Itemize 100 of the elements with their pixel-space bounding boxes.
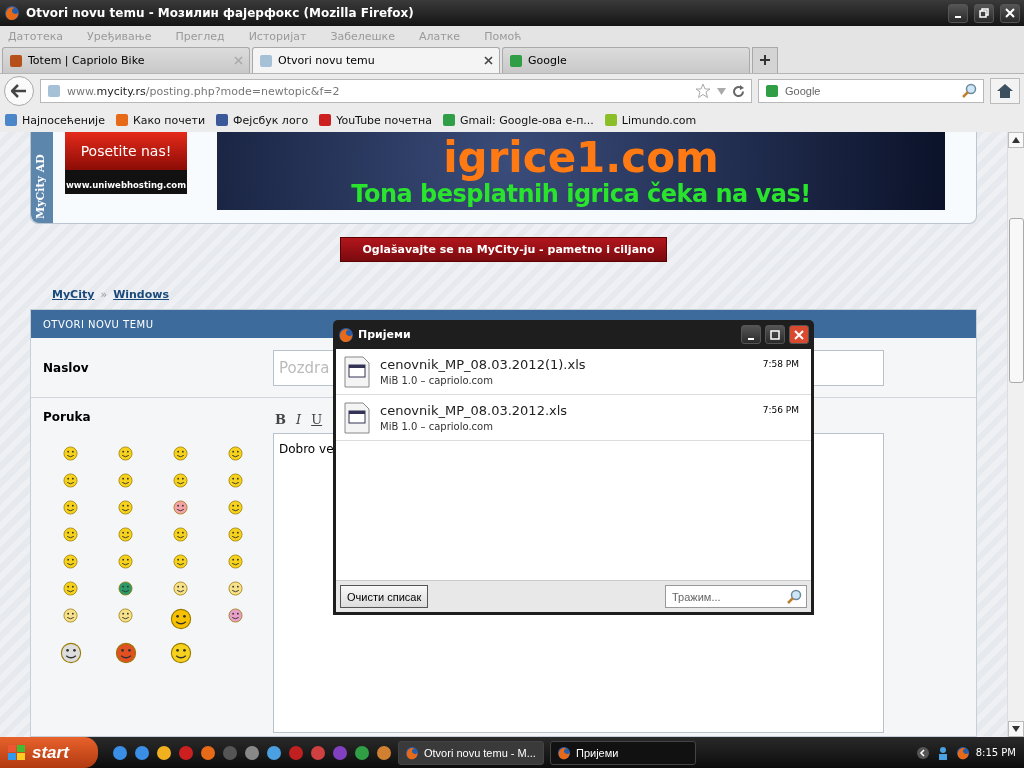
taskbar-button[interactable]: Otvori novu temu - M... <box>398 740 544 765</box>
bookmark-link[interactable]: Најпосећеније <box>4 113 105 127</box>
file-icon <box>344 401 370 434</box>
format-button[interactable]: B <box>275 412 286 427</box>
smiley-icon[interactable] <box>118 581 133 596</box>
reload-icon[interactable] <box>732 84 745 98</box>
scroll-down-button[interactable] <box>1008 721 1024 737</box>
smiley-icon[interactable] <box>173 554 188 569</box>
bookmark-link[interactable]: Како почети <box>114 113 206 127</box>
smiley-icon[interactable] <box>173 446 188 461</box>
app-icon[interactable] <box>200 744 216 761</box>
app-icon[interactable] <box>244 744 260 761</box>
search-icon[interactable] <box>961 83 977 99</box>
file-name: cenovnik_MP_08.03.2012.xls <box>380 403 569 418</box>
ad-button-text: Posetite nas! <box>65 132 187 170</box>
format-button[interactable]: U <box>311 412 323 427</box>
search-bar[interactable]: Google <box>758 79 984 103</box>
app-icon[interactable] <box>266 744 282 761</box>
smiley-icon[interactable] <box>173 473 188 488</box>
smiley-icon[interactable] <box>173 581 188 596</box>
app-icon[interactable] <box>134 744 150 761</box>
smiley-icon[interactable] <box>118 554 133 569</box>
smiley-icon[interactable] <box>169 642 192 664</box>
ad-side-label: MyCity AD <box>31 132 53 223</box>
bookmark-link[interactable]: Gmail: Google-ова е-п... <box>441 113 594 127</box>
star-icon[interactable] <box>695 83 711 99</box>
address-bar[interactable]: www.mycity.rs/posting.php?mode=newtopic&f=2 <box>40 79 752 103</box>
smiley-icon[interactable] <box>173 527 188 542</box>
format-button[interactable]: I <box>296 412 302 427</box>
smiley-icon[interactable] <box>228 473 243 488</box>
browser-tab[interactable]: Totem | Capriolo Bike <box>2 47 250 73</box>
breadcrumb-link[interactable]: MyCity <box>52 288 95 301</box>
smiley-icon[interactable] <box>114 642 137 664</box>
smiley-icon[interactable] <box>63 473 78 488</box>
scrollbar-thumb[interactable] <box>1008 218 1024 383</box>
search-icon[interactable] <box>786 588 802 605</box>
restore-button[interactable] <box>974 3 994 23</box>
download-time: 7:56 PM <box>762 405 799 415</box>
back-button[interactable] <box>4 76 34 106</box>
start-button[interactable]: start <box>0 737 98 768</box>
close-button[interactable] <box>1000 3 1020 23</box>
smiley-icon[interactable] <box>228 527 243 542</box>
scroll-up-button[interactable] <box>1008 132 1024 148</box>
game-banner[interactable]: igrice1.com Tona besplatnih igrica čeka na vas! <box>217 132 945 210</box>
smiley-icon[interactable] <box>118 527 133 542</box>
smiley-icon[interactable] <box>118 446 133 461</box>
bookmark-link[interactable]: Фејсбук лого <box>215 113 309 127</box>
new-tab-button[interactable] <box>752 47 778 73</box>
message-label: Poruka <box>43 410 91 424</box>
taskbar-button[interactable]: Пријеми <box>550 740 696 765</box>
smiley-icon[interactable] <box>63 527 78 542</box>
smiley-icon[interactable] <box>173 500 188 515</box>
smiley-icon[interactable] <box>118 500 133 515</box>
download-time: 7:58 PM <box>762 359 799 369</box>
maximize-icon <box>770 329 780 340</box>
smiley-icon[interactable] <box>228 446 243 461</box>
smiley-icon[interactable] <box>63 554 78 569</box>
browser-tab[interactable]: Google <box>502 47 750 73</box>
smiley-icon[interactable] <box>63 581 78 596</box>
advertise-button[interactable]: Oglašavajte se na MyCity-ju - pametno i ciljano <box>339 237 668 262</box>
close-icon[interactable] <box>484 56 493 65</box>
smiley-icon[interactable] <box>118 608 133 623</box>
smiley-icon[interactable] <box>228 500 243 515</box>
smiley-icon[interactable] <box>63 446 78 461</box>
browser-tab[interactable]: Otvori novu temu <box>252 47 500 73</box>
smiley-icon[interactable] <box>228 581 243 596</box>
smiley-icon[interactable] <box>228 608 243 623</box>
app-icon[interactable] <box>354 744 370 761</box>
scrollbar[interactable] <box>1007 132 1024 737</box>
smiley-icon[interactable] <box>118 473 133 488</box>
bookmark-link[interactable]: Limundo.com <box>603 113 697 127</box>
app-icon[interactable] <box>156 744 172 761</box>
app-icon[interactable] <box>112 744 128 761</box>
smiley-icon[interactable] <box>169 608 192 630</box>
smiley-icon[interactable] <box>63 608 78 623</box>
banner-title: igrice1.com <box>443 136 719 180</box>
download-item[interactable]: cenovnik_MP_08.03.2012(1).xls MiB 1.0 – capriolo.com 7:58 PM <box>336 349 811 395</box>
maximize-button[interactable] <box>765 325 785 344</box>
breadcrumb-link[interactable]: Windows <box>113 288 169 301</box>
chevron-icon[interactable] <box>915 745 930 760</box>
file-info: MiB 1.0 – capriolo.com <box>380 421 494 432</box>
downloads-search-bar[interactable]: Тражим... <box>665 585 807 608</box>
download-item[interactable]: cenovnik_MP_08.03.2012.xls MiB 1.0 – capriolo.com 7:56 PM <box>336 395 811 441</box>
bookmark-link[interactable]: YouTube почетна <box>318 113 432 127</box>
up-arrow-icon <box>1012 136 1020 143</box>
smiley-icon[interactable] <box>228 554 243 569</box>
minimize-button[interactable] <box>948 3 968 23</box>
hosting-ad[interactable]: Posetite nas! www.uniwebhosting.com <box>65 132 187 194</box>
home-button[interactable] <box>990 78 1020 104</box>
close-button[interactable] <box>789 325 809 344</box>
breadcrumb-separator: » <box>100 288 108 301</box>
app-icon[interactable] <box>376 744 392 761</box>
minimize-button[interactable] <box>741 325 761 344</box>
clear-list-button[interactable]: Очисти списак <box>340 585 429 608</box>
home-icon <box>997 84 1013 98</box>
banner-text: Tona besplatnih igrica čeka na vas! <box>351 180 811 208</box>
smiley-icon[interactable] <box>63 500 78 515</box>
app-icon[interactable] <box>310 744 326 761</box>
smiley-icon[interactable] <box>59 642 82 664</box>
ad-host-text: www.uniwebhosting.com <box>66 179 186 191</box>
